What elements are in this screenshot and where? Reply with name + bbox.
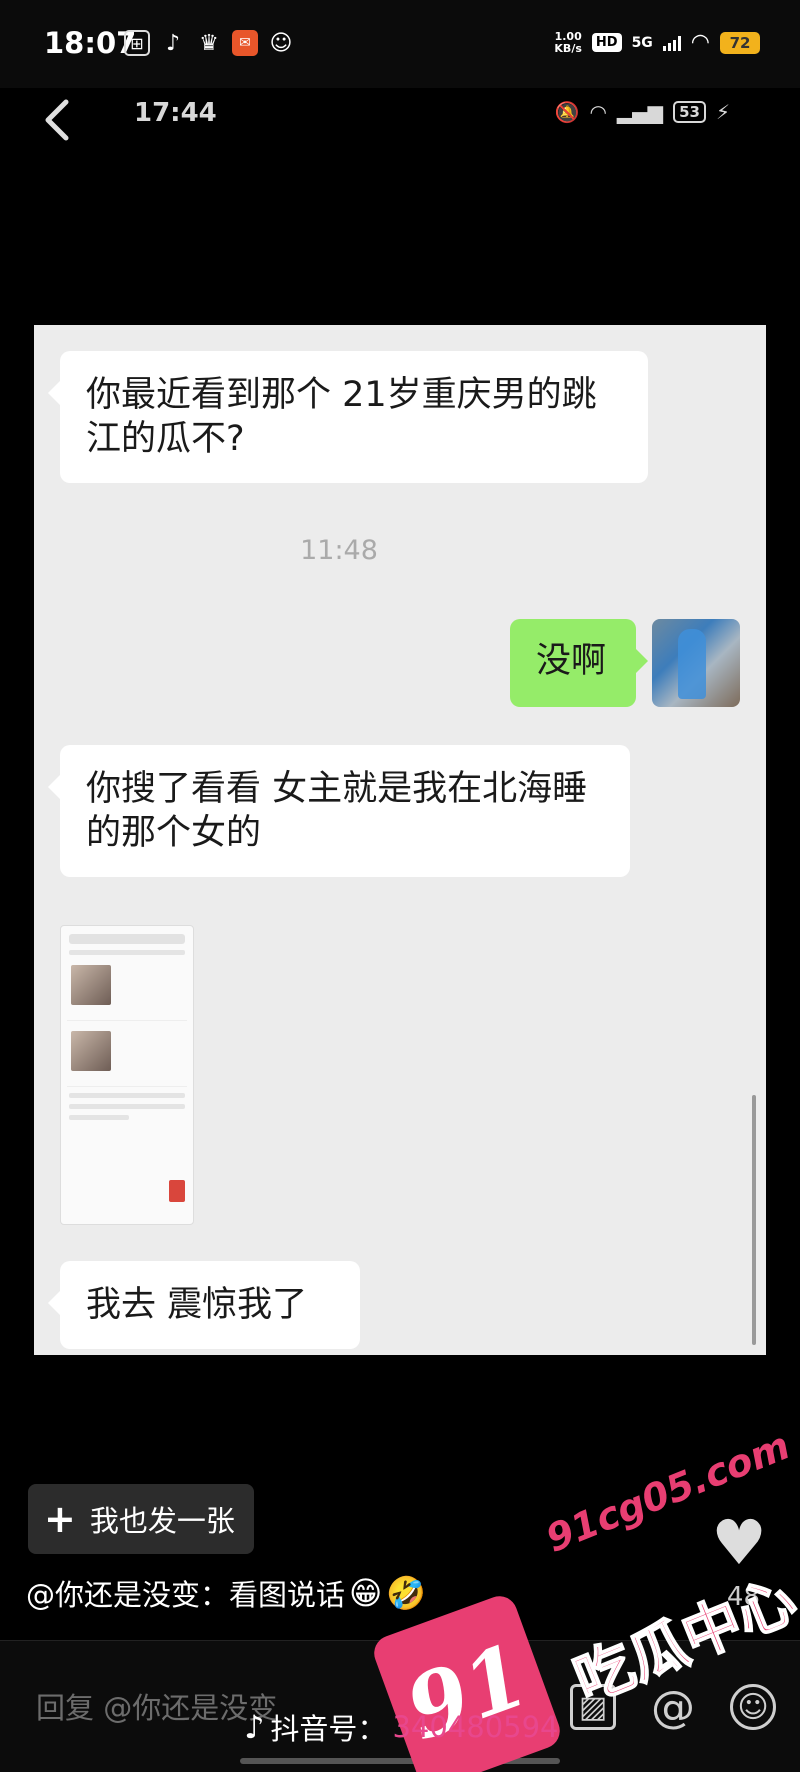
status-bar: 18:07 ⊞ ♪ ♛ ✉ ☺ 1.00 KB/s HD 5G ◠ 72 [0, 0, 800, 88]
notification-icons: ⊞ ♪ ♛ ✉ ☺ [124, 30, 294, 56]
network-speed: 1.00 KB/s [554, 29, 582, 55]
rofl-emoji: 🤣 [386, 1574, 427, 1612]
chat-screenshot: 你最近看到那个 21岁重庆男的跳江的瓜不? 11:48 没啊 你搜了看看 女主就… [34, 325, 766, 1355]
inner-status-time: 17:44 [134, 98, 217, 128]
scrollbar [752, 1095, 756, 1345]
avatar [652, 619, 740, 707]
bot-icon: ☺ [269, 30, 293, 56]
inner-wifi-icon: ◠ [589, 100, 607, 124]
chat-message-bubble-sent: 没啊 [510, 619, 648, 707]
caption-text: @你还是没变：看图说话 [26, 1578, 346, 1612]
chat-image-thumbnail[interactable] [60, 925, 194, 1225]
back-chevron-icon[interactable] [40, 96, 72, 144]
tiktok-icon: ♪ [165, 30, 181, 56]
chat-message-bubble: 你搜了看看 女主就是我在北海睡的那个女的 [48, 745, 630, 877]
signal-icon [662, 35, 681, 51]
post-also-label: 我也发一张 [89, 1504, 235, 1538]
emoji-icon[interactable]: ☺ [730, 1684, 776, 1730]
plus-icon: + [44, 1497, 76, 1541]
network-speed-value: 1.00 [554, 29, 582, 43]
inner-status-icons: 🔕 ◠ ▂▄▆ 53 ⚡ [555, 100, 730, 124]
reply-input[interactable]: 回复 @你还是没变 [36, 1685, 277, 1727]
grin-sweat-emoji: 😁 [349, 1574, 383, 1612]
wifi-icon: ◠ [690, 30, 710, 55]
network-type: 5G [631, 34, 653, 51]
inner-signal-icon: ▂▄▆ [616, 100, 664, 124]
post-also-button[interactable]: + 我也发一张 [28, 1484, 254, 1554]
caption[interactable]: @你还是没变：看图说话 😁 🤣 [26, 1572, 426, 1614]
network-speed-unit: KB/s [554, 41, 582, 55]
orange-app-icon: ✉ [232, 30, 258, 56]
douyin-id: 340480594 [392, 1710, 559, 1744]
chat-timestamp: 11:48 [300, 535, 378, 566]
douyin-watermark: ♪ 抖音号： 340480594 [244, 1706, 559, 1748]
status-right: 1.00 KB/s HD 5G ◠ 72 [554, 30, 760, 55]
hd-icon: HD [591, 33, 622, 52]
mute-bell-icon: 🔕 [554, 100, 580, 124]
chat-message-bubble: 你最近看到那个 21岁重庆男的跳江的瓜不? [48, 351, 648, 483]
inner-battery-icon: 53 [673, 101, 706, 123]
charging-icon: ⚡ [715, 100, 730, 124]
battery-icon: 72 [720, 31, 760, 54]
chat-message-bubble: 我去 震惊我了 [48, 1261, 360, 1349]
tiktok-logo-icon: ♪ [244, 1708, 265, 1746]
douyin-label: 抖音号： [270, 1712, 387, 1746]
app-notification-icon: ⊞ [124, 30, 150, 56]
crown-icon: ♛ [199, 30, 219, 56]
status-time: 18:07 [44, 26, 137, 60]
